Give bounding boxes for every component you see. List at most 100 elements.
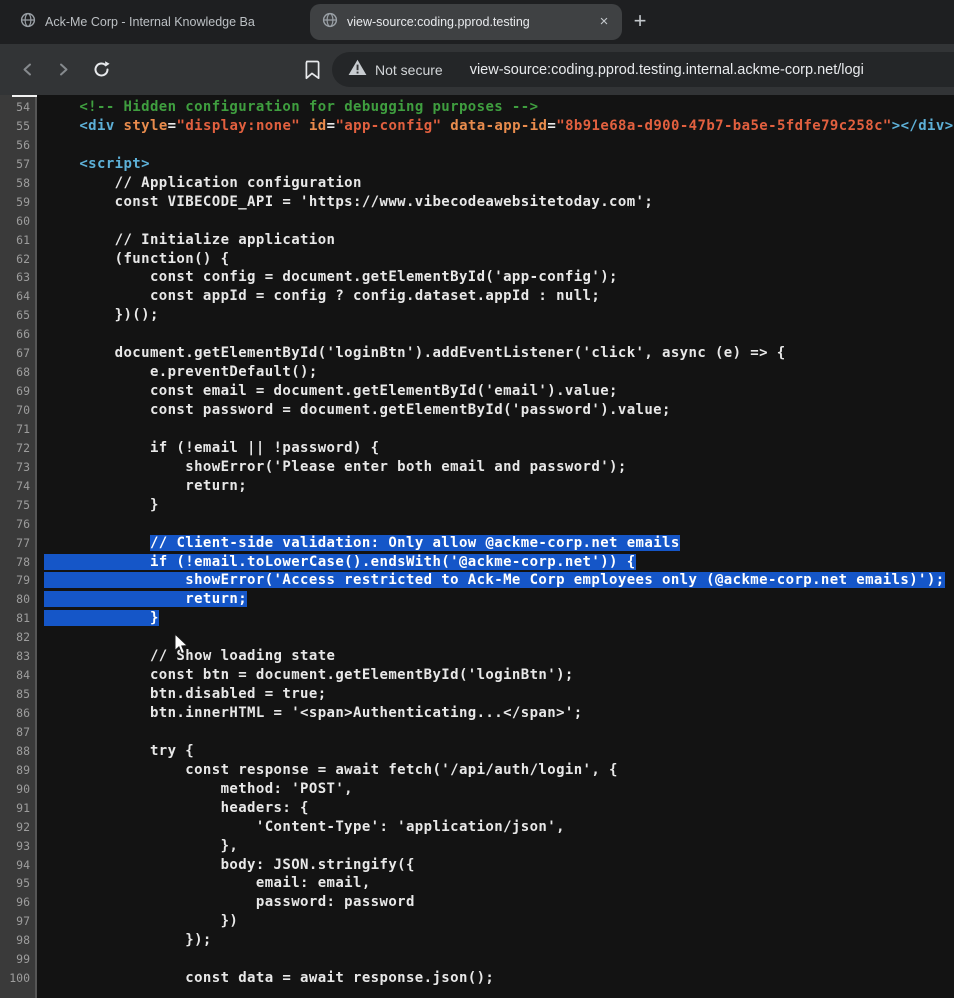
line-number: 87 [0,723,30,742]
line-number: 66 [0,325,30,344]
code-line: btn.disabled = true; [44,685,954,704]
line-number: 82 [0,628,30,647]
line-number: 67 [0,344,30,363]
tab-knowledge-base[interactable]: Ack-Me Corp - Internal Knowledge Ba [8,4,306,40]
code-line: const response = await fetch('/api/auth/… [44,761,954,780]
code-token: btn.innerHTML = '<span>Authenticating...… [44,705,583,721]
code-token: email: email, [44,875,371,891]
code-token: const password = document.getElementById… [44,402,671,418]
line-number: 84 [0,666,30,685]
line-number: 88 [0,742,30,761]
code-token: "app-config" [335,118,441,134]
code-line: return; [44,477,954,496]
line-number: 85 [0,685,30,704]
not-secure-warning-icon [348,59,367,81]
code-token: <div [79,118,114,134]
code-line: // Application configuration [44,174,954,193]
globe-icon [322,12,338,33]
new-tab-button[interactable]: + [626,8,654,36]
code-line: return; [44,590,954,609]
code-line: })(); [44,306,954,325]
code-line: 'Content-Type': 'application/json', [44,818,954,837]
code-token: // Initialize application [44,232,335,248]
code-token: 'Content-Type': 'application/json', [44,819,565,835]
tab-strip: Ack-Me Corp - Internal Knowledge Ba view… [0,0,954,44]
code-line: const VIBECODE_API = 'https://www.vibeco… [44,193,954,212]
tab-title: Ack-Me Corp - Internal Knowledge Ba [45,15,306,29]
line-number: 63 [0,268,30,287]
code-token [44,535,150,551]
code-token [441,118,450,134]
code-token: (function() { [44,251,229,267]
code-line: // Client-side validation: Only allow @a… [44,534,954,553]
code-token: data-app-id [450,118,547,134]
line-number: 80 [0,590,30,609]
code-line: showError('Access restricted to Ack-Me C… [44,571,954,590]
code-token: const config = document.getElementById('… [44,269,618,285]
code-line [44,950,954,969]
line-number: 95 [0,874,30,893]
line-number: 55 [0,117,30,136]
address-bar[interactable]: Not secure view-source:coding.pprod.test… [332,52,954,87]
security-chip-label[interactable]: Not secure [375,62,443,78]
code-line [44,723,954,742]
code-line: const password = document.getElementById… [44,401,954,420]
code-line: <div style="display:none" id="app-config… [44,117,954,136]
line-number: 76 [0,515,30,534]
code-line [44,136,954,155]
line-number: 79 [0,571,30,590]
code-line: } [44,609,954,628]
line-number: 75 [0,496,30,515]
line-number: 58 [0,174,30,193]
line-number: 99 [0,950,30,969]
code-line: e.preventDefault(); [44,363,954,382]
selected-code-token: showError('Access restricted to Ack-Me C… [44,572,945,588]
code-token: <!-- Hidden configuration for debugging … [79,99,538,115]
code-token: const data = await response.json(); [44,970,494,986]
line-number: 59 [0,193,30,212]
back-icon [21,63,34,76]
line-number: 86 [0,704,30,723]
code-token [44,99,79,115]
code-token: // Show loading state [44,648,335,664]
code-line: (function() { [44,250,954,269]
tab-close-icon[interactable]: × [594,12,614,32]
line-number: 100 [0,969,30,988]
forward-button[interactable] [47,54,79,86]
line-number: 89 [0,761,30,780]
line-number: 83 [0,647,30,666]
code-token: style [124,118,168,134]
line-number: 62 [0,250,30,269]
back-button[interactable] [11,54,43,86]
code-line: try { [44,742,954,761]
line-number: 60 [0,212,30,231]
scroll-position-indicator [12,95,37,97]
code-token: e.preventDefault(); [44,364,318,380]
bookmark-button[interactable] [295,53,329,87]
code-token: = [547,118,556,134]
line-number: 57 [0,155,30,174]
code-line: document.getElementById('loginBtn').addE… [44,344,954,363]
code-line: const btn = document.getElementById('log… [44,666,954,685]
tab-title: view-source:coding.pprod.testing [347,15,590,29]
code-token: // Application configuration [44,175,362,191]
code-line: const data = await response.json(); [44,969,954,988]
mouse-cursor [174,633,189,655]
code-line: }, [44,837,954,856]
code-line [44,515,954,534]
url-text: view-source:coding.pprod.testing.interna… [470,62,864,78]
reload-button[interactable] [85,54,117,86]
browser-toolbar: Not secure view-source:coding.pprod.test… [0,44,954,95]
code-token: <script> [79,156,150,172]
line-number: 64 [0,287,30,306]
code-token: = [168,118,177,134]
code-token: const VIBECODE_API = 'https://www.vibeco… [44,194,653,210]
line-number: 92 [0,818,30,837]
selected-code-token: // Client-side validation: Only allow @a… [150,535,680,551]
line-number: 93 [0,837,30,856]
tab-view-source[interactable]: view-source:coding.pprod.testing × [310,4,622,40]
forward-icon [57,63,70,76]
code-token: })(); [44,307,159,323]
code-line: const appId = config ? config.dataset.ap… [44,287,954,306]
globe-icon [20,12,36,33]
